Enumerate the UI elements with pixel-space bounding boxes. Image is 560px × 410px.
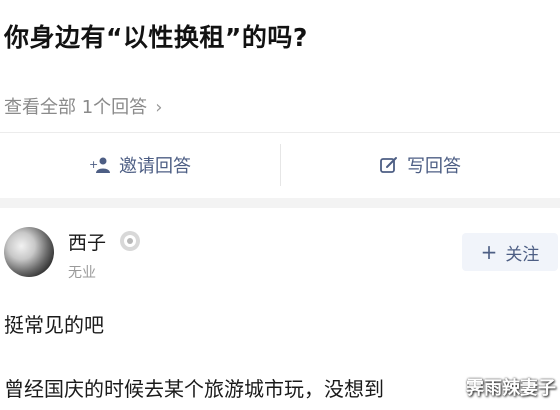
invite-answer-label: 邀请回答 xyxy=(119,156,191,177)
watermark: 霁雨辣妻子 xyxy=(466,378,556,399)
invite-answer-button[interactable]: + 邀请回答 xyxy=(0,132,280,198)
author-name[interactable]: 西子 xyxy=(68,228,106,255)
action-bar: + 邀请回答 写回答 xyxy=(0,132,560,198)
section-gap xyxy=(0,198,560,208)
view-all-label: 查看全部 1个回答 xyxy=(4,97,148,118)
question-title: 你身边有“以性换租”的吗? xyxy=(4,23,308,52)
view-all-answers-link[interactable]: 查看全部 1个回答 › xyxy=(4,93,162,119)
author-description: 无业 xyxy=(68,265,96,281)
verified-badge-icon xyxy=(120,231,140,251)
chevron-right-icon: › xyxy=(155,97,163,118)
write-answer-label: 写回答 xyxy=(407,156,461,177)
follow-label: 关注 xyxy=(505,244,540,265)
answer-text-line: 挺常见的吧 xyxy=(4,313,104,337)
answer-text-line: 曾经国庆的时候去某个旅游城市玩，没想到 xyxy=(4,377,384,401)
write-answer-button[interactable]: 写回答 xyxy=(280,132,560,198)
invite-user-icon: + xyxy=(89,157,110,173)
avatar[interactable] xyxy=(4,227,54,277)
svg-text:+: + xyxy=(89,158,98,171)
edit-icon xyxy=(380,157,397,173)
follow-button[interactable]: + 关注 xyxy=(462,233,558,271)
plus-icon: + xyxy=(480,240,498,264)
